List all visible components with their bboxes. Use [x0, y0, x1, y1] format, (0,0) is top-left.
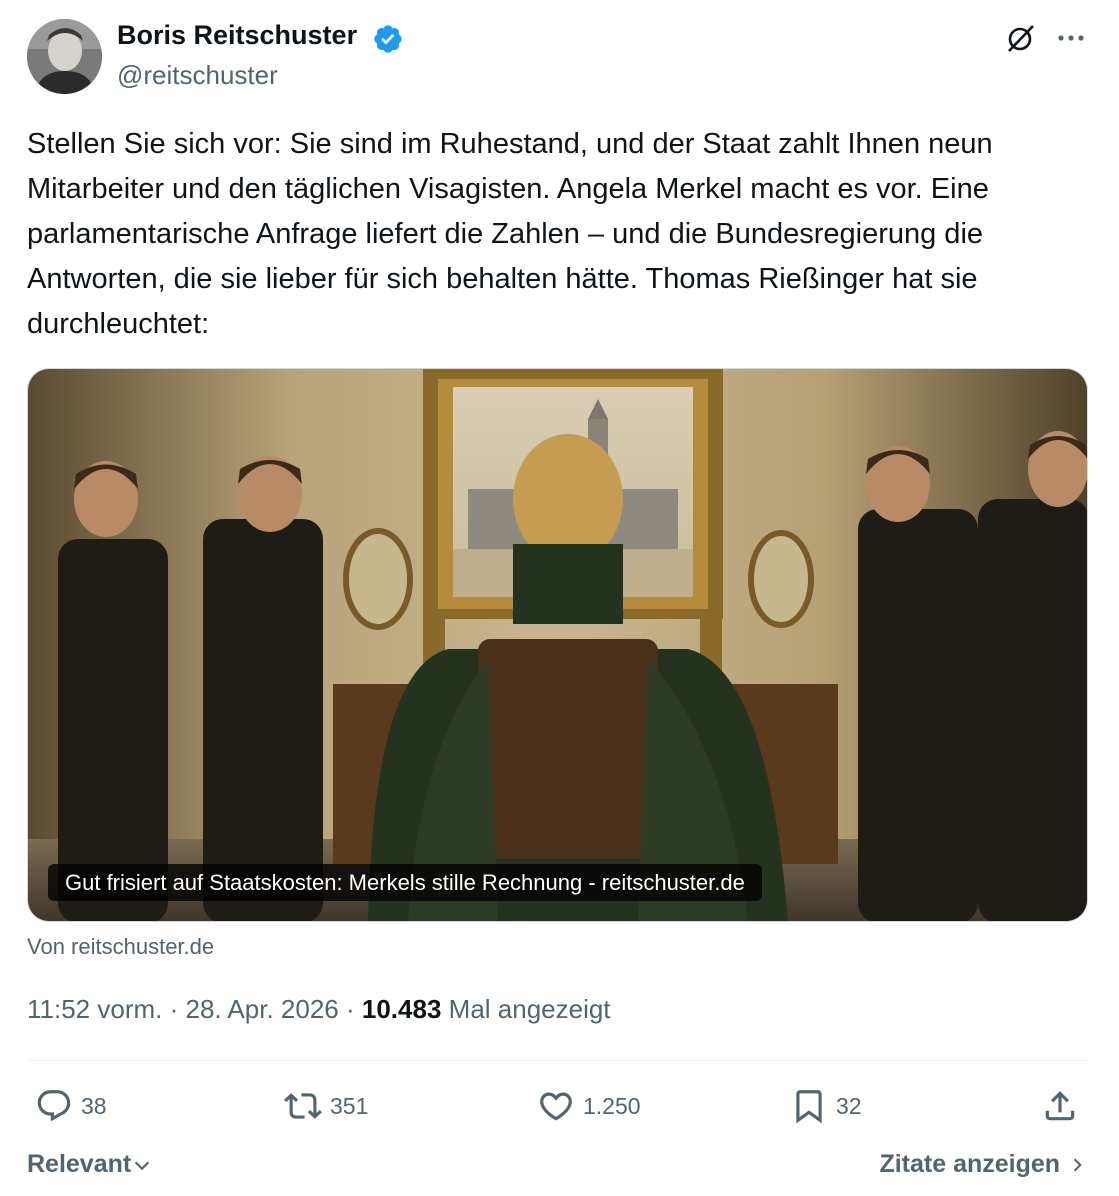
view-quotes-label: Zitate anzeigen — [879, 1150, 1061, 1178]
view-label: Mal angezeigt — [448, 994, 611, 1024]
tweet-time[interactable]: 11:52 vorm. — [27, 994, 162, 1024]
author-handle[interactable]: @reitschuster — [117, 60, 278, 91]
author-name[interactable]: Boris Reitschuster — [117, 20, 357, 51]
verified-icon — [372, 23, 404, 55]
repost-icon — [284, 1093, 322, 1119]
chevron-right-icon — [1073, 1158, 1082, 1172]
link-source[interactable]: Von reitschuster.de — [27, 934, 214, 960]
link-card-image[interactable] — [27, 368, 1088, 922]
reply-button[interactable]: 38 — [35, 1086, 107, 1126]
reply-count: 38 — [81, 1092, 107, 1119]
view-quotes-link[interactable]: Zitate anzeigen — [879, 1150, 1087, 1179]
more-icon[interactable] — [1054, 22, 1088, 54]
like-count: 1.250 — [583, 1092, 641, 1119]
like-button[interactable]: 1.250 — [537, 1086, 641, 1126]
grok-icon[interactable] — [1005, 22, 1037, 54]
repost-count: 351 — [330, 1092, 369, 1119]
bookmark-icon — [796, 1090, 822, 1124]
divider — [27, 1060, 1088, 1061]
tweet-date[interactable]: 28. Apr. 2026 — [186, 994, 339, 1024]
bookmark-count: 32 — [836, 1092, 862, 1119]
sort-label: Relevant — [27, 1150, 132, 1178]
reply-icon — [37, 1090, 71, 1122]
bookmark-button[interactable]: 32 — [790, 1086, 862, 1126]
like-icon — [540, 1092, 572, 1121]
repost-button[interactable]: 351 — [284, 1086, 368, 1126]
view-count: 10.483 — [361, 994, 442, 1024]
link-card-caption[interactable]: Gut frisiert auf Staatskosten: Merkels s… — [48, 864, 762, 901]
avatar[interactable] — [27, 19, 102, 94]
share-button[interactable] — [1041, 1086, 1079, 1126]
chevron-down-icon — [135, 1161, 150, 1171]
tweet-meta: 11:52 vorm. · 28. Apr. 2026 · 10.483 Mal… — [27, 994, 611, 1024]
tweet-text: Stellen Sie sich vor: Sie sind im Ruhest… — [27, 128, 993, 340]
sort-dropdown[interactable]: Relevant — [27, 1150, 153, 1179]
share-icon — [1045, 1091, 1075, 1121]
